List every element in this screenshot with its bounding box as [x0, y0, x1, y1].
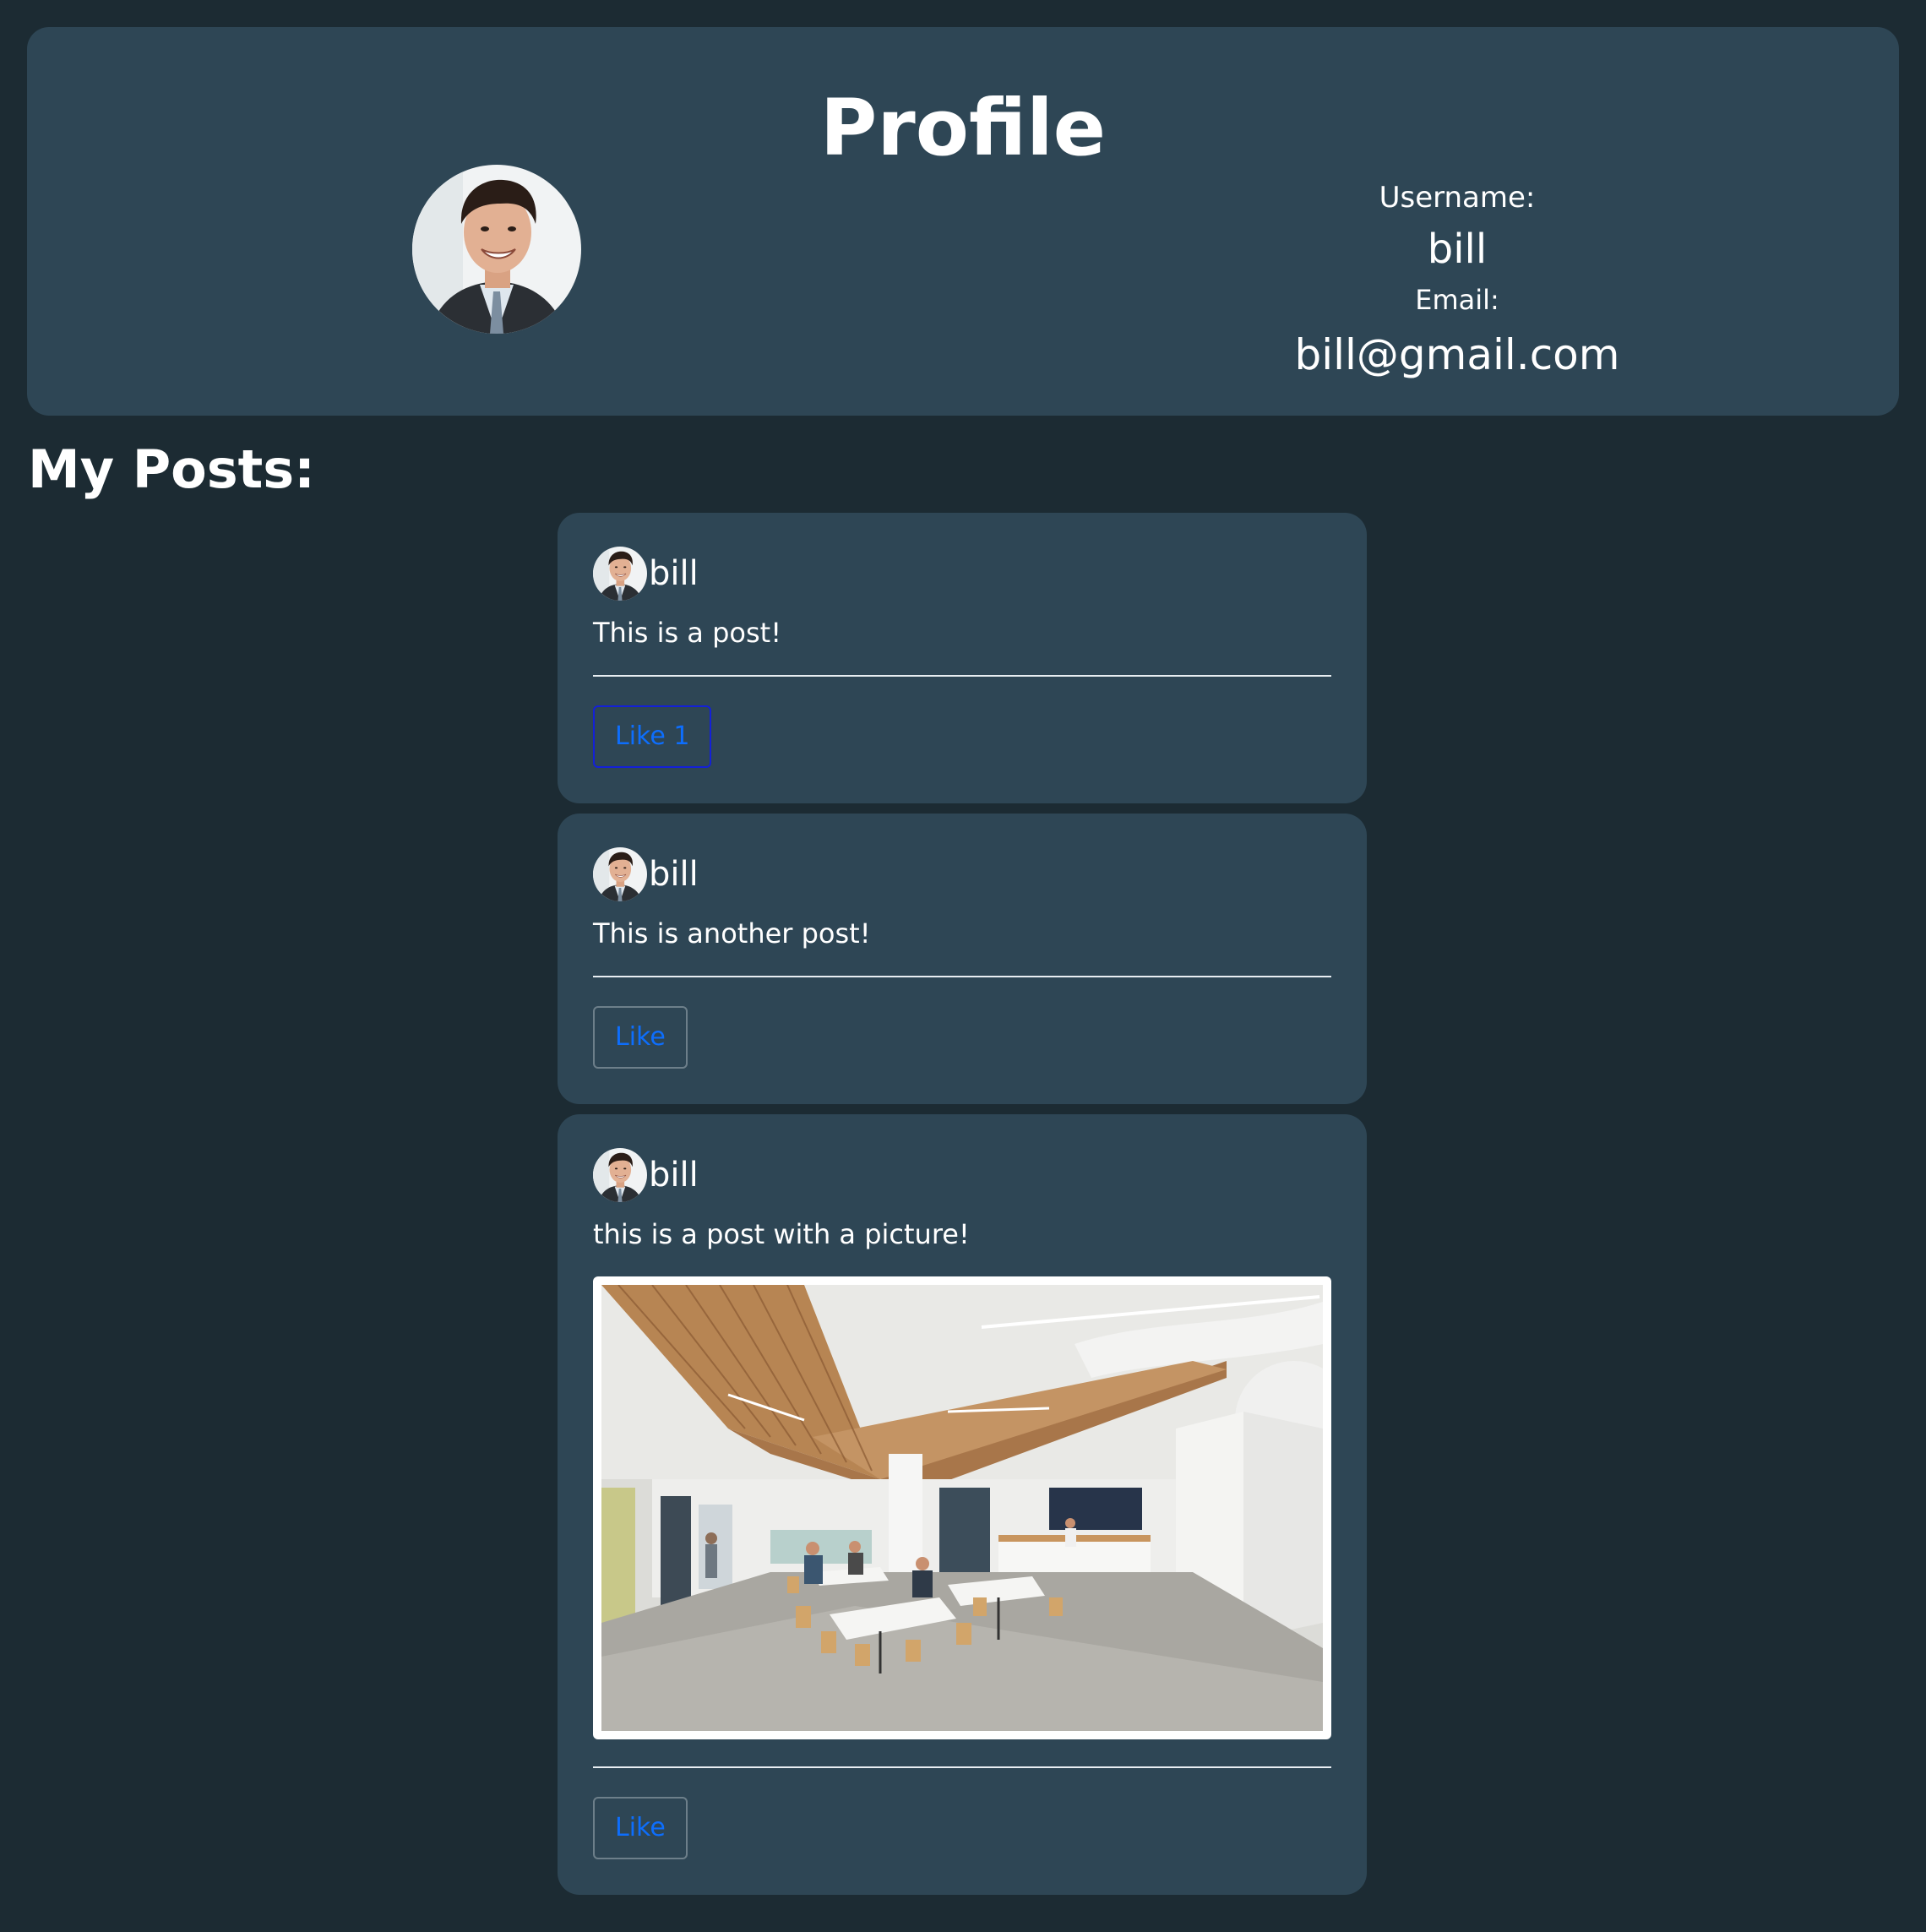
post-header: bill	[593, 1148, 699, 1202]
post-divider	[593, 675, 1331, 677]
post-text: This is another post!	[593, 917, 871, 950]
avatar-photo-icon	[593, 1148, 647, 1202]
profile-info: Username: bill Email: bill@gmail.com	[1216, 179, 1698, 384]
post-author: bill	[649, 855, 699, 894]
like-button[interactable]: Like	[593, 1797, 688, 1859]
office-cafeteria-photo-icon	[601, 1285, 1323, 1731]
post-header: bill	[593, 547, 699, 601]
profile-card: Profile Username: bill Email: bill@gmail…	[27, 27, 1899, 416]
email-label: Email:	[1415, 284, 1499, 316]
post-card: bill this is a post with a picture! Like	[558, 1114, 1367, 1895]
post-text: This is a post!	[593, 617, 782, 649]
author-avatar	[593, 1148, 647, 1202]
my-posts-heading: My Posts:	[28, 438, 315, 500]
like-button[interactable]: Like	[593, 1006, 688, 1069]
avatar-photo-icon	[412, 165, 581, 334]
email-value: bill@gmail.com	[1294, 330, 1620, 379]
page-title: Profile	[819, 83, 1107, 173]
avatar-photo-icon	[593, 547, 647, 601]
post-image	[593, 1276, 1331, 1739]
post-divider	[593, 1766, 1331, 1768]
post-author: bill	[649, 554, 699, 593]
post-text: this is a post with a picture!	[593, 1218, 970, 1250]
username-value: bill	[1427, 226, 1488, 273]
username-label: Username:	[1379, 181, 1536, 215]
post-author: bill	[649, 1156, 699, 1195]
profile-avatar	[412, 165, 581, 334]
like-button[interactable]: Like 1	[593, 705, 712, 768]
author-avatar	[593, 547, 647, 601]
post-header: bill	[593, 847, 699, 901]
post-card: bill This is another post! Like	[558, 814, 1367, 1104]
avatar-photo-icon	[593, 847, 647, 901]
author-avatar	[593, 847, 647, 901]
post-divider	[593, 976, 1331, 977]
post-card: bill This is a post! Like 1	[558, 513, 1367, 803]
